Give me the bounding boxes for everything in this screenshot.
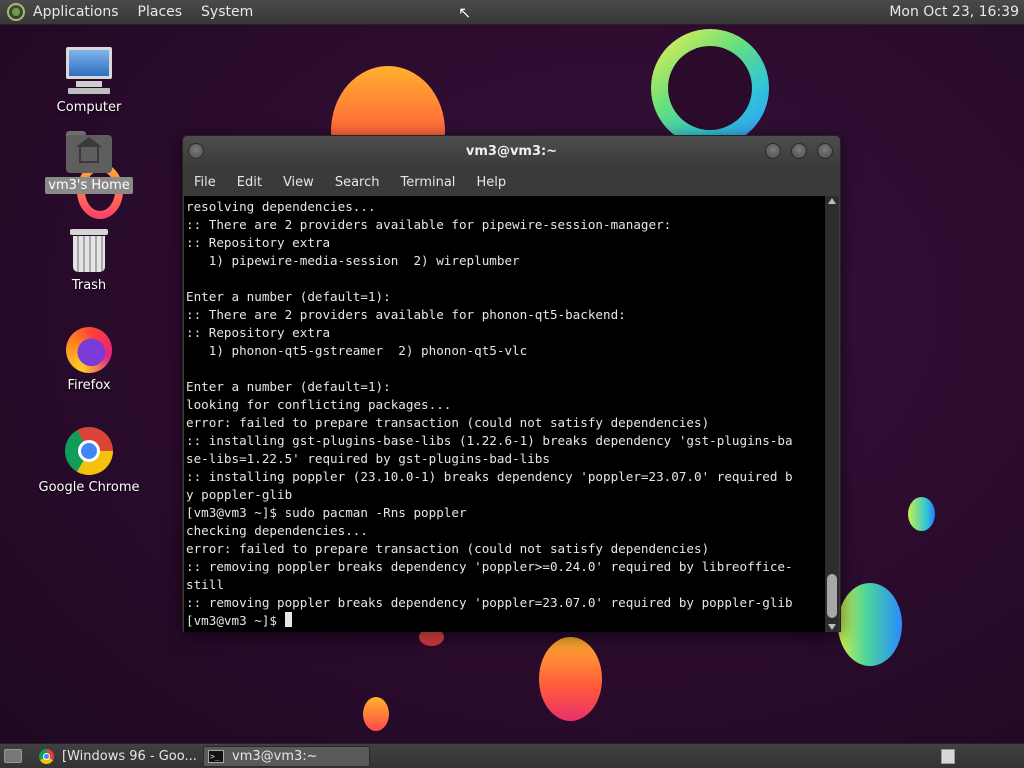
menu-help[interactable]: Help [476,175,506,190]
scrollbar-thumb[interactable] [827,574,837,618]
computer-icon [64,47,114,95]
taskbar-item-label: vm3@vm3:~ [232,749,318,764]
firefox-icon [66,327,112,373]
terminal-line: checking dependencies... [186,523,368,538]
desktop-icon-chrome[interactable]: Google Chrome [29,427,149,496]
wallpaper-orb [363,697,389,731]
window-titlebar[interactable]: vm3@vm3:~ [183,136,840,168]
terminal-line: resolving dependencies... [186,199,376,214]
terminal-menubar: File Edit View Search Terminal Help [183,168,840,196]
terminal-line: error: failed to prepare transaction (co… [186,415,710,430]
scroll-up-icon[interactable] [828,198,836,204]
desktop-icon-home[interactable]: vm3's Home [29,131,149,194]
minimize-button[interactable] [765,143,781,159]
terminal-line: :: Repository extra [186,235,331,250]
desktop-icon-label: Computer [56,100,122,115]
terminal-line: :: There are 2 providers available for p… [186,217,672,232]
menu-view[interactable]: View [283,175,314,190]
workspace-switcher[interactable] [941,749,955,764]
maximize-button[interactable] [791,143,807,159]
desktop-icon-label: Trash [71,278,107,293]
desktop-icon-label: Google Chrome [38,480,140,495]
terminal-output[interactable]: resolving dependencies...:: There are 2 … [184,196,826,632]
terminal-text: resolving dependencies...:: There are 2 … [184,196,826,630]
top-panel: Applications Places System Mon Oct 23, 1… [0,0,1024,25]
wallpaper-orb [908,497,935,531]
mouse-pointer-icon: ↖ [458,3,472,22]
show-desktop-icon[interactable] [4,749,22,763]
desktop-icon-firefox[interactable]: Firefox [29,327,149,394]
menu-terminal[interactable]: Terminal [400,175,455,190]
terminal-prompt: [vm3@vm3 ~]$ [186,612,826,630]
home-folder-icon [66,131,112,173]
terminal-line: :: removing poppler breaks dependency 'p… [186,559,793,574]
terminal-line: still [186,577,224,592]
terminal-line: [vm3@vm3 ~]$ sudo pacman -Rns poppler [186,505,467,520]
terminal-line: se-libs=1.22.5' required by gst-plugins-… [186,451,550,466]
terminal-line: y poppler-glib [186,487,293,502]
desktop-icon-trash[interactable]: Trash [29,227,149,294]
taskbar-item-label: [Windows 96 - Goo... [62,749,197,764]
menu-edit[interactable]: Edit [237,175,262,190]
menu-search[interactable]: Search [335,175,380,190]
distro-logo-icon[interactable] [7,3,25,21]
system-menu[interactable]: System [201,4,253,20]
desktop-icon-computer[interactable]: Computer [29,47,149,116]
chrome-icon [39,749,54,764]
terminal-icon: >_ [208,750,224,763]
terminal-line: error: failed to prepare transaction (co… [186,541,710,556]
terminal-line: :: installing gst-plugins-base-libs (1.2… [186,433,793,448]
menu-file[interactable]: File [194,175,216,190]
desktop-icon-label: Firefox [67,378,111,393]
terminal-line: :: Repository extra [186,325,331,340]
bottom-panel: [Windows 96 - Goo... >_ vm3@vm3:~ [0,743,1024,768]
wallpaper-orb [539,637,602,721]
places-menu[interactable]: Places [138,4,183,20]
wallpaper-orb [838,583,902,666]
terminal-line: looking for conflicting packages... [186,397,452,412]
terminal-line: Enter a number (default=1): [186,289,391,304]
taskbar-item-chrome[interactable]: [Windows 96 - Goo... [35,746,200,767]
terminal-line: :: installing poppler (23.10.0-1) breaks… [186,469,793,484]
applications-menu[interactable]: Applications [33,4,119,20]
terminal-line: Enter a number (default=1): [186,379,391,394]
text-cursor [284,612,292,627]
wallpaper-ring [651,29,769,147]
terminal-line: 1) phonon-qt5-gstreamer 2) phonon-qt5-vl… [186,343,528,358]
close-button[interactable] [817,143,833,159]
desktop-icon-label: vm3's Home [45,177,133,194]
scroll-down-icon[interactable] [828,624,836,630]
terminal-line: :: removing poppler breaks dependency 'p… [186,595,793,610]
terminal-scrollbar[interactable] [825,196,839,632]
trash-icon [70,227,108,273]
window-title: vm3@vm3:~ [465,144,558,159]
taskbar-item-terminal[interactable]: >_ vm3@vm3:~ [203,746,370,767]
panel-clock[interactable]: Mon Oct 23, 16:39 [889,4,1019,20]
terminal-line: :: There are 2 providers available for p… [186,307,626,322]
terminal-line: 1) pipewire-media-session 2) wireplumber [186,253,520,268]
chrome-icon [65,427,113,475]
terminal-window: vm3@vm3:~ File Edit View Search Terminal… [182,135,841,632]
